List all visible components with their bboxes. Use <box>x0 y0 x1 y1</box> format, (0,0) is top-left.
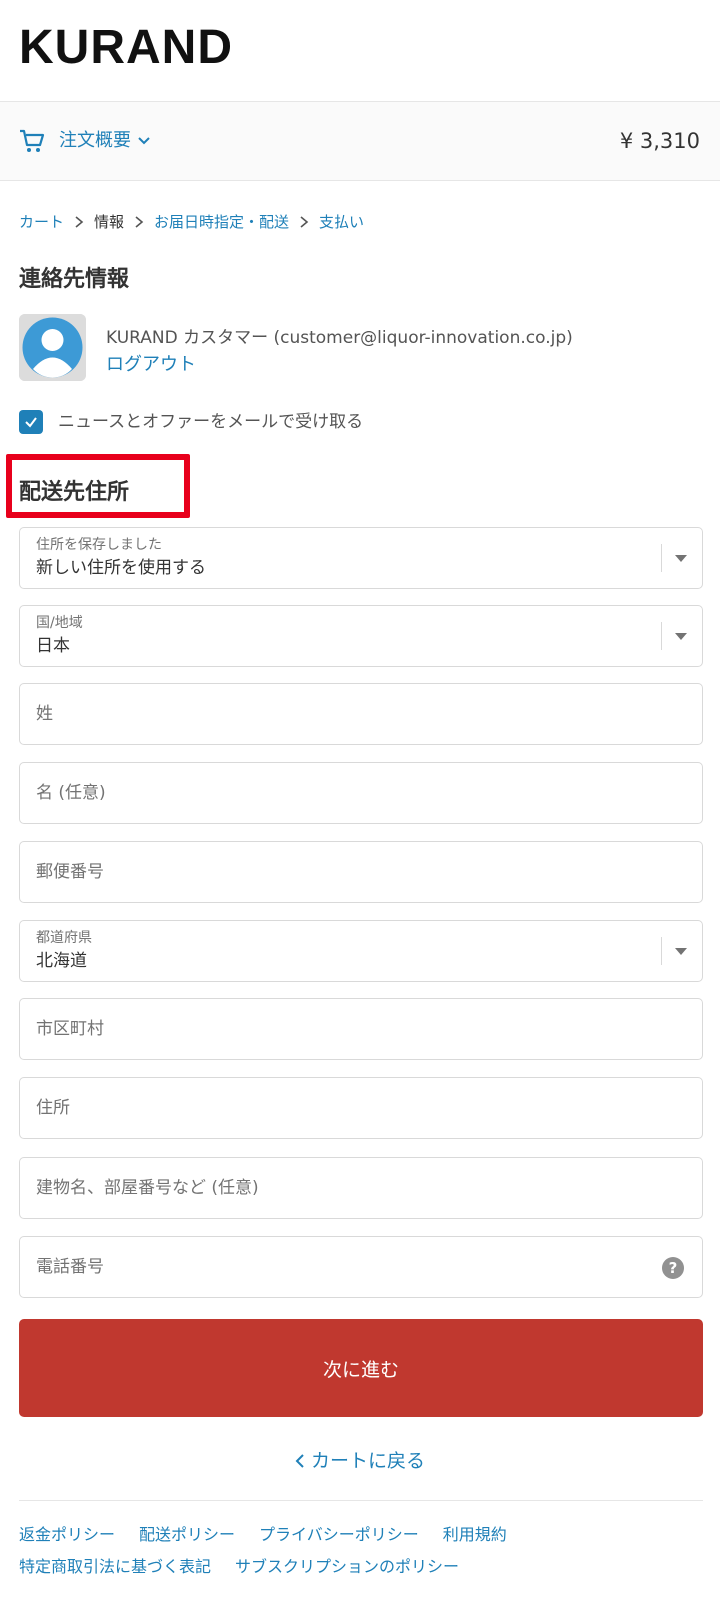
breadcrumb: カート 情報 お届日時指定・配送 支払い <box>19 211 364 233</box>
return-to-cart-label: カートに戻る <box>310 1450 425 1472</box>
select-divider <box>661 544 662 572</box>
prefecture-label: 都道府県 <box>36 930 92 946</box>
order-summary-label: 注文概要 <box>59 130 131 151</box>
user-avatar-icon <box>19 314 86 381</box>
prefecture-value: 北海道 <box>36 951 87 971</box>
logout-link[interactable]: ログアウト <box>106 353 196 377</box>
cart-icon <box>20 129 45 152</box>
chevron-right-icon <box>64 216 94 228</box>
address-field[interactable]: 住所 <box>19 1077 703 1139</box>
building-placeholder: 建物名、部屋番号など (任意) <box>36 1178 259 1198</box>
footer-divider <box>19 1500 703 1501</box>
postal-code-placeholder: 郵便番号 <box>36 862 104 882</box>
breadcrumb-delivery[interactable]: お届日時指定・配送 <box>154 211 289 233</box>
phone-field[interactable]: 電話番号 ? <box>19 1236 703 1298</box>
last-name-field[interactable]: 姓 <box>19 683 703 745</box>
customer-name-email: KURAND カスタマー (customer@liquor-innovation… <box>106 328 573 348</box>
legal-notice-link[interactable]: 特定商取引法に基づく表記 <box>19 1556 211 1578</box>
subscription-policy-link[interactable]: サブスクリプションのポリシー <box>235 1556 459 1578</box>
chevron-right-icon <box>124 216 154 228</box>
building-field[interactable]: 建物名、部屋番号など (任意) <box>19 1157 703 1219</box>
saved-address-select[interactable]: 住所を保存しました 新しい住所を使用する <box>19 527 703 589</box>
chevron-down-icon <box>138 137 150 145</box>
prefecture-select[interactable]: 都道府県 北海道 <box>19 920 703 982</box>
country-label: 国/地域 <box>36 615 83 631</box>
first-name-placeholder: 名 (任意) <box>36 783 106 803</box>
newsletter-checkbox[interactable] <box>19 410 43 434</box>
saved-address-label: 住所を保存しました <box>36 537 162 553</box>
breadcrumb-information: 情報 <box>94 213 125 231</box>
select-divider <box>661 622 662 650</box>
breadcrumb-cart[interactable]: カート <box>19 211 64 233</box>
select-divider <box>661 937 662 965</box>
checkmark-icon <box>25 417 37 428</box>
return-to-cart-link[interactable]: カートに戻る <box>0 1448 720 1474</box>
last-name-placeholder: 姓 <box>36 704 53 724</box>
chevron-right-icon <box>289 216 319 228</box>
saved-address-value: 新しい住所を使用する <box>36 558 206 578</box>
country-value: 日本 <box>36 636 70 656</box>
caret-down-icon <box>675 948 687 955</box>
order-total: ¥ 3,310 <box>619 129 700 153</box>
caret-down-icon <box>675 633 687 640</box>
shipping-policy-link[interactable]: 配送ポリシー <box>139 1524 235 1546</box>
address-placeholder: 住所 <box>36 1098 70 1118</box>
phone-placeholder: 電話番号 <box>36 1257 104 1277</box>
terms-link[interactable]: 利用規約 <box>443 1524 507 1546</box>
order-summary-toggle[interactable]: 注文概要 <box>59 128 151 154</box>
postal-code-field[interactable]: 郵便番号 <box>19 841 703 903</box>
continue-button[interactable]: 次に進む <box>19 1319 703 1417</box>
country-select[interactable]: 国/地域 日本 <box>19 605 703 667</box>
contact-heading: 連絡先情報 <box>19 267 130 292</box>
first-name-field[interactable]: 名 (任意) <box>19 762 703 824</box>
shipping-heading: 配送先住所 <box>19 480 130 505</box>
city-field[interactable]: 市区町村 <box>19 998 703 1060</box>
help-icon[interactable]: ? <box>662 1257 684 1279</box>
caret-down-icon <box>675 555 687 562</box>
refund-policy-link[interactable]: 返金ポリシー <box>19 1524 115 1546</box>
newsletter-label[interactable]: ニュースとオファーをメールで受け取る <box>58 410 363 434</box>
breadcrumb-payment[interactable]: 支払い <box>319 211 364 233</box>
order-summary-bar[interactable]: 注文概要 ¥ 3,310 <box>0 101 720 181</box>
chevron-left-icon <box>295 1454 304 1468</box>
city-placeholder: 市区町村 <box>36 1019 104 1039</box>
avatar <box>19 314 86 381</box>
store-logo[interactable]: KURAND <box>19 24 233 72</box>
footer-links: 返金ポリシー 配送ポリシー プライバシーポリシー 利用規約 特定商取引法に基づく… <box>19 1524 703 1578</box>
privacy-policy-link[interactable]: プライバシーポリシー <box>259 1524 419 1546</box>
